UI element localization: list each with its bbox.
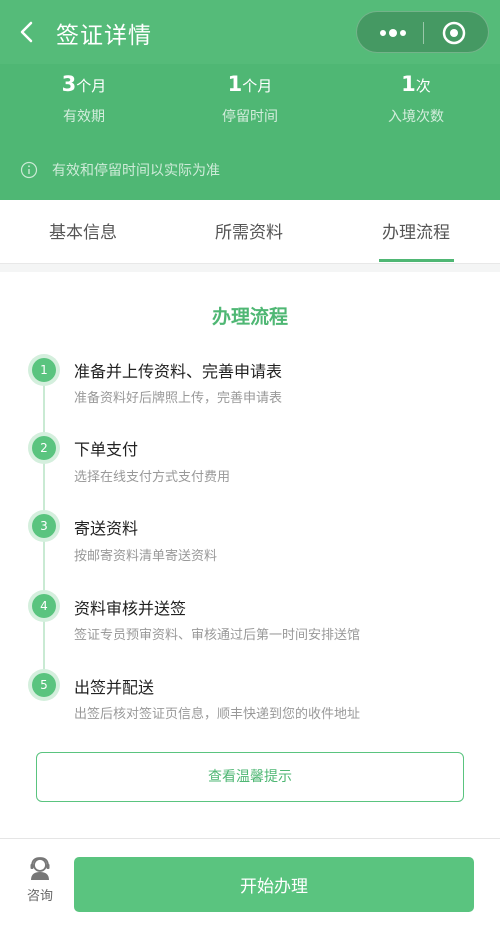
stat-value: 1: [401, 72, 416, 96]
stat-label: 入境次数: [388, 109, 444, 125]
visa-stats: 3个月 有效期 1个月 停留时间 1次 入境次数: [0, 64, 500, 144]
menu-capsule: [356, 11, 489, 53]
stat-unit: 个月: [242, 77, 273, 95]
step-number: 2: [32, 436, 56, 460]
stat-label: 停留时间: [222, 109, 278, 125]
step-title: 下单支付: [74, 440, 139, 459]
section-title: 办理流程: [211, 306, 288, 328]
bottom-action-bar: 咨询 开始办理: [0, 838, 500, 925]
validity-notice: 有效和停留时间以实际为准: [20, 159, 220, 181]
process-card: 办理流程 1 准备并上传资料、完善申请表 准备资料好后牌照上传，完善申请表 2 …: [0, 272, 500, 838]
step-number: 4: [32, 594, 56, 618]
consult-button[interactable]: 咨询: [20, 855, 60, 904]
notice-text: 有效和停留时间以实际为准: [52, 163, 220, 179]
tab-bar: 基本信息 所需资料 办理流程: [0, 200, 500, 264]
step-description: 选择在线支付方式支付费用: [74, 470, 231, 485]
step-title: 资料审核并送签: [74, 599, 187, 618]
step-number: 3: [32, 514, 56, 538]
stat-unit: 次: [415, 77, 431, 95]
stat-entries: 1次 入境次数: [346, 72, 486, 126]
active-tab-indicator: [379, 259, 454, 262]
consult-label: 咨询: [26, 889, 53, 904]
close-app-icon[interactable]: [441, 20, 467, 46]
stat-value: 1: [227, 72, 243, 96]
stat-stay-duration: 1个月 停留时间: [180, 72, 320, 126]
step-number: 5: [32, 673, 56, 697]
info-icon: [20, 161, 38, 179]
step-title: 准备并上传资料、完善申请表: [74, 362, 283, 381]
header: 签证详情 3个月 有效期 1个月 停留时间 1次 入境次数 有效和停留时间以实际…: [0, 0, 500, 200]
start-application-button[interactable]: 开始办理: [74, 857, 474, 912]
step-title: 出签并配送: [74, 678, 155, 697]
step-description: 准备资料好后牌照上传，完善申请表: [74, 391, 283, 406]
stat-unit: 个月: [76, 77, 107, 95]
step-description: 按邮寄资料清单寄送资料: [74, 549, 218, 564]
tab-basic-info[interactable]: 基本信息: [49, 218, 117, 243]
page-title: 签证详情: [56, 23, 152, 49]
tab-required-documents[interactable]: 所需资料: [215, 218, 283, 243]
more-icon[interactable]: [375, 26, 411, 40]
step-title: 寄送资料: [74, 519, 139, 538]
stat-value: 3: [61, 72, 77, 96]
capsule-divider: [423, 22, 424, 44]
stat-label: 有效期: [63, 109, 105, 125]
customer-service-icon: [30, 857, 50, 880]
tab-process[interactable]: 办理流程: [382, 218, 450, 243]
stat-validity: 3个月 有效期: [14, 72, 154, 126]
navigation-bar: 签证详情: [0, 0, 500, 64]
view-tips-button[interactable]: 查看温馨提示: [36, 752, 464, 802]
step-description: 出签后核对签证页信息，顺丰快递到您的收件地址: [74, 707, 361, 722]
back-arrow-icon[interactable]: [14, 18, 42, 46]
step-description: 签证专员预审资料、审核通过后第一时间安排送馆: [74, 628, 361, 643]
step-number: 1: [32, 358, 56, 382]
